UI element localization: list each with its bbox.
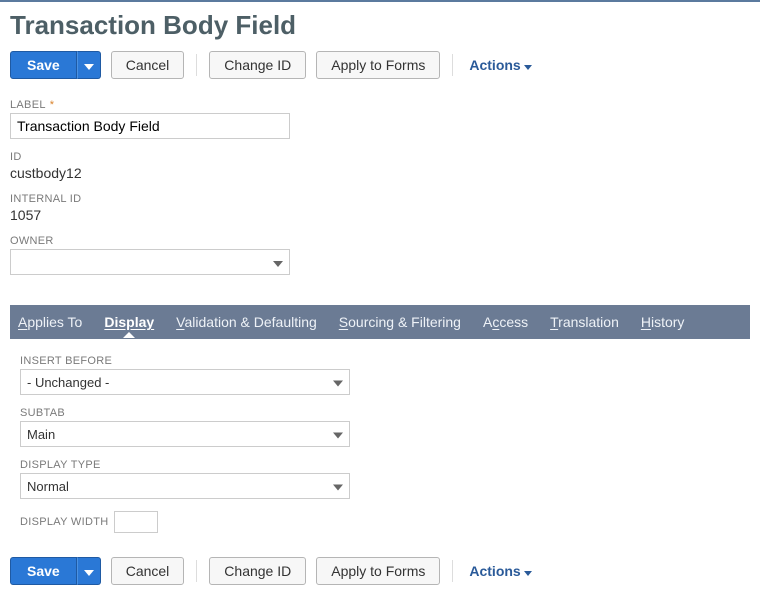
separator [452,54,453,76]
tab-applies-to[interactable]: Applies To [18,314,82,330]
field-display-type: DISPLAY TYPE Normal [20,459,750,499]
field-label: LABEL * [10,99,750,139]
display-width-input[interactable] [114,511,158,533]
tab-access[interactable]: Access [483,314,528,330]
id-value: custbody12 [10,165,750,181]
subtab-select[interactable]: Main [20,421,350,447]
insert-before-value: - Unchanged - [27,375,109,390]
internal-id-label: INTERNAL ID [10,193,750,205]
field-owner: OWNER [10,235,750,275]
display-tab-content: INSERT BEFORE - Unchanged - SUBTAB Main … [10,355,750,533]
display-type-value: Normal [27,479,69,494]
save-button-bottom[interactable]: Save [10,557,77,585]
save-dropdown-button[interactable] [77,51,101,79]
owner-select[interactable] [10,249,290,275]
caret-down-icon [273,254,283,270]
separator [196,54,197,76]
internal-id-value: 1057 [10,207,750,223]
actions-menu[interactable]: Actions [469,57,531,73]
actions-label-bottom: Actions [469,563,520,579]
page-title: Transaction Body Field [10,10,750,41]
actions-label: Actions [469,57,520,73]
owner-label: OWNER [10,235,750,247]
display-type-label: DISPLAY TYPE [20,459,750,471]
tab-bar: Applies To Display Validation & Defaulti… [10,305,750,339]
toolbar-bottom: Save Cancel Change ID Apply to Forms Act… [10,557,750,585]
tab-validation[interactable]: Validation & Defaulting [176,314,317,330]
field-display-width: DISPLAY WIDTH [20,511,750,533]
separator [196,560,197,582]
caret-down-icon [333,427,343,442]
label-label: LABEL [10,99,46,111]
field-internal-id: INTERNAL ID 1057 [10,193,750,223]
apply-to-forms-button[interactable]: Apply to Forms [316,51,440,79]
cancel-button[interactable]: Cancel [111,51,185,79]
caret-down-icon [84,58,94,73]
insert-before-select[interactable]: - Unchanged - [20,369,350,395]
caret-down-icon [84,564,94,579]
field-id: ID custbody12 [10,151,750,181]
field-subtab: SUBTAB Main [20,407,750,447]
caret-down-icon [524,57,532,73]
tab-sourcing[interactable]: Sourcing & Filtering [339,314,461,330]
change-id-button[interactable]: Change ID [209,51,306,79]
subtab-label: SUBTAB [20,407,750,419]
apply-to-forms-button-bottom[interactable]: Apply to Forms [316,557,440,585]
display-width-label: DISPLAY WIDTH [20,516,108,528]
save-button[interactable]: Save [10,51,77,79]
save-button-group: Save [10,51,101,79]
separator [452,560,453,582]
required-star-icon: * [50,99,55,111]
save-dropdown-button-bottom[interactable] [77,557,101,585]
change-id-button-bottom[interactable]: Change ID [209,557,306,585]
tab-translation[interactable]: Translation [550,314,619,330]
display-type-select[interactable]: Normal [20,473,350,499]
caret-down-icon [524,563,532,579]
cancel-button-bottom[interactable]: Cancel [111,557,185,585]
subtab-value: Main [27,427,55,442]
toolbar-top: Save Cancel Change ID Apply to Forms Act… [10,51,750,79]
label-input[interactable] [10,113,290,139]
tab-history[interactable]: History [641,314,685,330]
actions-menu-bottom[interactable]: Actions [469,563,531,579]
caret-down-icon [333,479,343,494]
field-insert-before: INSERT BEFORE - Unchanged - [20,355,750,395]
caret-down-icon [333,375,343,390]
save-button-group-bottom: Save [10,557,101,585]
tab-display[interactable]: Display [104,314,154,330]
insert-before-label: INSERT BEFORE [20,355,750,367]
id-label: ID [10,151,750,163]
